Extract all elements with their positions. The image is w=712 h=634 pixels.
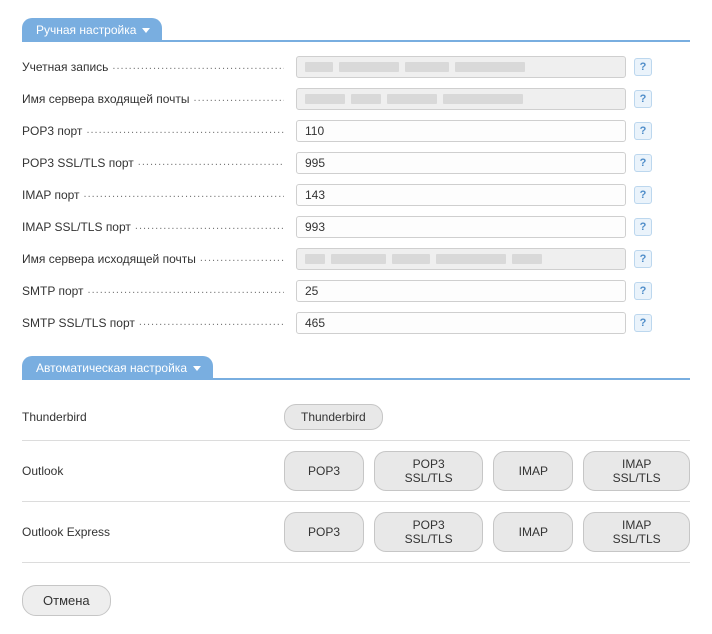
label-imap-ssl-port: IMAP SSL/TLS порт [22,220,284,234]
btn-oe-imap-ssl[interactable]: IMAP SSL/TLS [583,512,690,552]
row-imap-ssl-port: IMAP SSL/TLS порт ? [22,216,690,238]
header-divider [213,378,690,380]
btn-outlook-pop3-ssl[interactable]: POP3 SSL/TLS [374,451,483,491]
btn-outlook-pop3[interactable]: POP3 [284,451,364,491]
chevron-down-icon [193,366,201,371]
row-account: Учетная запись ? [22,56,690,78]
auto-section: Автоматическая настройка Thunderbird Thu… [22,356,690,563]
cancel-area: Отмена [22,585,690,616]
row-outlook: Outlook POP3 POP3 SSL/TLS IMAP IMAP SSL/… [22,441,690,502]
label-outlook: Outlook [22,464,284,478]
label-smtp-port: SMTP порт [22,284,284,298]
label-incoming: Имя сервера входящей почты [22,92,284,106]
cancel-button[interactable]: Отмена [22,585,111,616]
help-icon[interactable]: ? [634,58,652,76]
row-outlook-express: Outlook Express POP3 POP3 SSL/TLS IMAP I… [22,502,690,563]
input-imap-port[interactable] [296,184,626,206]
row-smtp-ssl-port: SMTP SSL/TLS порт ? [22,312,690,334]
btn-oe-imap[interactable]: IMAP [493,512,573,552]
row-pop3-ssl-port: POP3 SSL/TLS порт ? [22,152,690,174]
help-icon[interactable]: ? [634,250,652,268]
input-account[interactable] [296,56,626,78]
btn-outlook-imap[interactable]: IMAP [493,451,573,491]
label-imap-port: IMAP порт [22,188,284,202]
row-thunderbird: Thunderbird Thunderbird [22,394,690,441]
row-outgoing: Имя сервера исходящей почты ? [22,248,690,270]
row-incoming: Имя сервера входящей почты ? [22,88,690,110]
input-outgoing[interactable] [296,248,626,270]
label-pop3-ssl-port: POP3 SSL/TLS порт [22,156,284,170]
help-icon[interactable]: ? [634,90,652,108]
manual-form: Учетная запись ? Имя сервера входящей по… [22,56,690,334]
input-smtp-port[interactable] [296,280,626,302]
manual-section-header: Ручная настройка [22,18,690,42]
auto-tab[interactable]: Автоматическая настройка [22,356,213,380]
label-pop3-port: POP3 порт [22,124,284,138]
row-smtp-port: SMTP порт ? [22,280,690,302]
input-pop3-ssl-port[interactable] [296,152,626,174]
input-pop3-port[interactable] [296,120,626,142]
help-icon[interactable]: ? [634,282,652,300]
label-account: Учетная запись [22,60,284,74]
help-icon[interactable]: ? [634,154,652,172]
row-imap-port: IMAP порт ? [22,184,690,206]
help-icon[interactable]: ? [634,314,652,332]
label-outgoing: Имя сервера исходящей почты [22,252,284,266]
btn-thunderbird[interactable]: Thunderbird [284,404,383,430]
label-thunderbird: Thunderbird [22,410,284,424]
auto-section-header: Автоматическая настройка [22,356,690,380]
label-outlook-express: Outlook Express [22,525,284,539]
help-icon[interactable]: ? [634,186,652,204]
label-smtp-ssl-port: SMTP SSL/TLS порт [22,316,284,330]
btn-oe-pop3-ssl[interactable]: POP3 SSL/TLS [374,512,483,552]
btn-oe-pop3[interactable]: POP3 [284,512,364,552]
manual-tab-label: Ручная настройка [36,23,136,37]
header-divider [162,40,690,42]
btn-outlook-imap-ssl[interactable]: IMAP SSL/TLS [583,451,690,491]
input-incoming[interactable] [296,88,626,110]
input-smtp-ssl-port[interactable] [296,312,626,334]
input-imap-ssl-port[interactable] [296,216,626,238]
row-pop3-port: POP3 порт ? [22,120,690,142]
chevron-down-icon [142,28,150,33]
auto-tab-label: Автоматическая настройка [36,361,187,375]
help-icon[interactable]: ? [634,122,652,140]
manual-tab[interactable]: Ручная настройка [22,18,162,42]
help-icon[interactable]: ? [634,218,652,236]
